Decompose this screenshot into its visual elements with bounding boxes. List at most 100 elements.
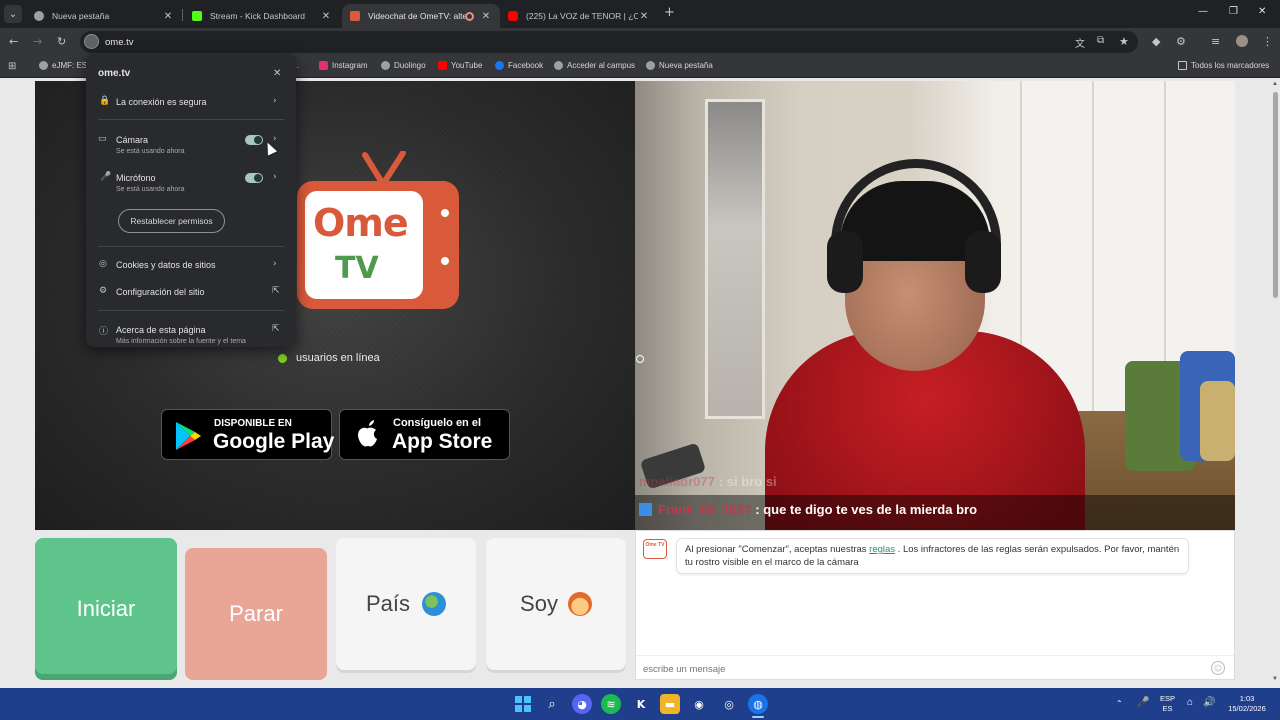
- cookies-label: Cookies y datos de sitios: [116, 260, 216, 270]
- discord-icon[interactable]: ◕: [572, 694, 592, 714]
- back-icon[interactable]: ←: [9, 35, 18, 48]
- tab-ometv[interactable]: Videochat de OmeTV: altern ✕: [342, 4, 500, 28]
- country-label: País: [365, 591, 411, 616]
- external-link-icon: ⇱: [272, 286, 280, 296]
- ometv-icon: [350, 11, 360, 21]
- chevron-right-icon: ›: [273, 259, 277, 269]
- video-divider-handle[interactable]: [636, 355, 644, 363]
- reading-list-icon[interactable]: ≡: [1211, 35, 1220, 48]
- apps-grid-icon[interactable]: ⊞: [8, 61, 16, 72]
- youtube-icon: [508, 11, 518, 21]
- bookmark-new-tab[interactable]: Nueva pestaña: [646, 61, 713, 70]
- divider: [98, 310, 284, 311]
- clock[interactable]: 1:03 15/02/2026: [1224, 694, 1270, 714]
- google-play-icon: [176, 422, 201, 450]
- scrollbar-thumb[interactable]: [1273, 92, 1278, 298]
- kick-app-icon[interactable]: K: [631, 694, 651, 714]
- popup-domain: ome.tv: [98, 68, 131, 79]
- microphone-icon: 🎤: [100, 172, 112, 182]
- divider: [98, 246, 284, 247]
- translate-icon[interactable]: 文: [1075, 35, 1085, 50]
- scroll-down-icon[interactable]: ▼: [1272, 676, 1278, 682]
- windows-start-icon[interactable]: [513, 694, 533, 714]
- close-tab-icon[interactable]: ✕: [162, 11, 174, 22]
- gender-label: Soy: [520, 591, 558, 616]
- bookmark-youtube[interactable]: YouTube: [438, 61, 482, 70]
- bookmark-instagram[interactable]: Instagram: [319, 61, 368, 70]
- stop-button[interactable]: Parar: [185, 548, 327, 680]
- spotify-icon[interactable]: ≋: [601, 694, 621, 714]
- tv-antenna: [362, 151, 406, 184]
- close-tab-icon[interactable]: ✕: [320, 11, 332, 22]
- all-bookmarks[interactable]: Todos los marcadores: [1178, 61, 1269, 70]
- tab-youtube[interactable]: (225) La VOZ de TENOR | ¿Córr ✕: [500, 4, 658, 28]
- close-tab-icon[interactable]: ✕: [638, 11, 650, 22]
- site-info-popup: ome.tv ✕ 🔒 La conexión es segura › ▭ Cám…: [86, 54, 296, 347]
- bookmark-star-icon[interactable]: ★: [1119, 35, 1129, 48]
- online-users: usuarios en línea: [278, 352, 380, 364]
- bookmark-campus[interactable]: Acceder al campus: [554, 61, 635, 70]
- earcup: [827, 231, 863, 293]
- logo-text-tv: TV: [335, 251, 379, 286]
- app-store-button[interactable]: Consíguelo en el App Store: [339, 409, 510, 460]
- close-window-icon[interactable]: ✕: [1258, 6, 1266, 17]
- volume-icon[interactable]: 🔊: [1203, 698, 1215, 708]
- reset-permissions-button[interactable]: Restablecer permisos: [118, 209, 225, 233]
- forward-icon[interactable]: →: [33, 35, 42, 48]
- globe-icon: [39, 61, 48, 70]
- close-tab-icon[interactable]: ✕: [480, 11, 492, 22]
- bookmark-facebook[interactable]: Facebook: [495, 61, 543, 70]
- install-app-icon[interactable]: ⧉: [1097, 35, 1104, 46]
- microphone-toggle[interactable]: [245, 173, 263, 183]
- obs-icon[interactable]: ◉: [689, 694, 709, 714]
- close-icon[interactable]: ✕: [273, 68, 281, 79]
- scroll-up-icon[interactable]: ▲: [1272, 81, 1278, 87]
- url-text[interactable]: ome.tv: [105, 37, 134, 48]
- obs-recording-icon[interactable]: ◎: [719, 694, 739, 714]
- tab-search-icon[interactable]: ⌄: [4, 5, 22, 23]
- file-explorer-icon[interactable]: ▬: [660, 694, 680, 714]
- microphone-tray-icon[interactable]: 🎤: [1137, 698, 1149, 708]
- extensions-puzzle-icon[interactable]: ⚙: [1176, 35, 1186, 48]
- tab-title: Nueva pestaña: [52, 11, 110, 21]
- message-input[interactable]: [643, 662, 1203, 676]
- bookmark-item[interactable]: eJMF: ES: [39, 61, 87, 70]
- minimize-icon[interactable]: —: [1198, 6, 1208, 17]
- bookmark-duolingo[interactable]: Duolingo: [381, 61, 426, 70]
- google-play-small: DISPONIBLE EN: [214, 418, 292, 429]
- search-icon[interactable]: ⌕: [542, 694, 562, 714]
- about-subtext: Más información sobre la fuente y el tem…: [116, 338, 246, 345]
- tab-kick-dashboard[interactable]: Stream - Kick Dashboard ✕: [184, 4, 340, 28]
- address-bar[interactable]: [80, 31, 1138, 53]
- partner-video: mpaliadr077 : si bro si Frank_09_1627 : …: [635, 81, 1235, 530]
- earcup: [965, 231, 1001, 293]
- chrome-icon[interactable]: ◍: [748, 694, 768, 714]
- site-info-icon[interactable]: [84, 34, 99, 49]
- camera-icon: ▭: [98, 134, 107, 144]
- reload-icon[interactable]: ↻: [57, 35, 66, 48]
- rules-link[interactable]: reglas: [869, 544, 895, 555]
- gender-button[interactable]: Soy: [486, 538, 626, 670]
- tab-new-tab[interactable]: Nueva pestaña ✕: [26, 4, 182, 28]
- restore-icon[interactable]: ❐: [1229, 6, 1238, 17]
- network-icon[interactable]: ⌂: [1187, 698, 1193, 708]
- new-tab-icon[interactable]: +: [664, 5, 678, 20]
- start-button[interactable]: Iniciar: [35, 538, 177, 680]
- flag-icon: [639, 503, 652, 516]
- overlay-chat-message: mpaliadr077 : si bro si: [639, 474, 777, 489]
- country-button[interactable]: País: [336, 538, 476, 670]
- folder-icon: [1178, 61, 1187, 70]
- logo-dot: [441, 209, 449, 217]
- connection-label: La conexión es segura: [116, 97, 207, 107]
- language-indicator[interactable]: ESP ES: [1160, 694, 1175, 714]
- tray-overflow-icon[interactable]: ⌃: [1116, 699, 1123, 709]
- camera-toggle[interactable]: [245, 135, 263, 145]
- google-play-button[interactable]: DISPONIBLE EN Google Play: [161, 409, 334, 460]
- site-settings-label: Configuración del sitio: [116, 287, 205, 297]
- boy-face-icon: [567, 592, 592, 616]
- menu-kebab-icon[interactable]: ⋮: [1262, 35, 1273, 48]
- extension-diamond-icon[interactable]: ◆: [1152, 35, 1160, 48]
- profile-avatar[interactable]: [1236, 35, 1248, 47]
- globe-icon: [554, 61, 563, 70]
- emoji-icon[interactable]: ☺: [1211, 661, 1225, 675]
